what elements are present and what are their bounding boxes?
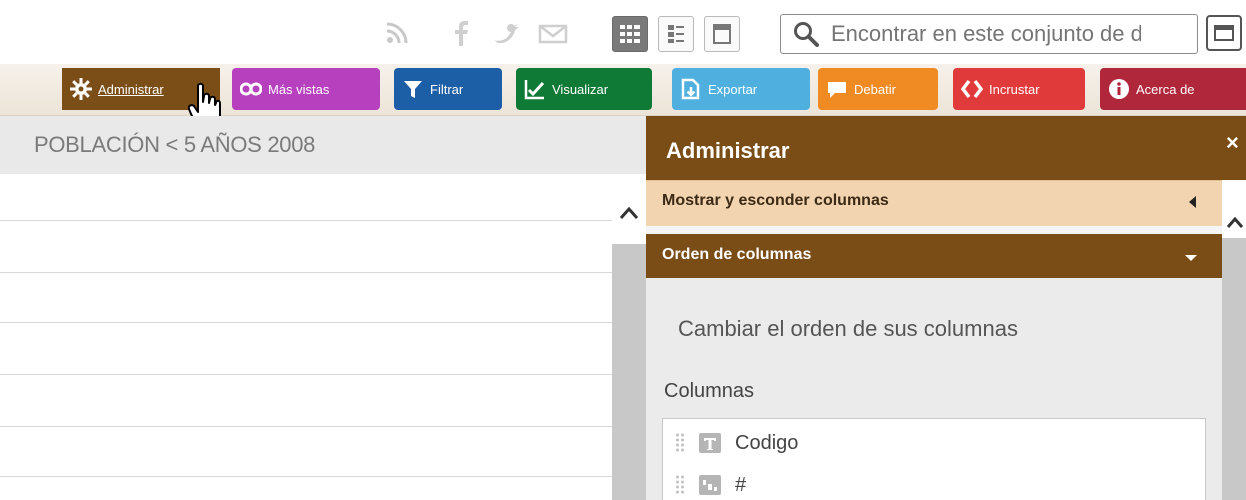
close-icon[interactable]: × bbox=[1226, 130, 1246, 155]
acerca-de-label: Acerca de bbox=[1136, 81, 1195, 97]
text-type-icon bbox=[699, 433, 721, 453]
incrustar-button[interactable]: Incrustar bbox=[953, 68, 1085, 110]
section-show-hide-columns-label: Mostrar y esconder columnas bbox=[662, 192, 889, 209]
embed-code-icon bbox=[961, 79, 983, 99]
filter-icon bbox=[404, 81, 422, 98]
scrollbar-track[interactable] bbox=[612, 244, 646, 500]
action-bar: Administrar Más vistas Filtrar Visualiza… bbox=[0, 64, 1246, 116]
page-view-button[interactable] bbox=[658, 16, 694, 52]
top-toolbar bbox=[0, 0, 1246, 64]
list-item[interactable]: Codigo bbox=[663, 425, 1207, 461]
section-column-order-label: Orden de columnas bbox=[662, 246, 812, 263]
scrollbar-track[interactable] bbox=[1222, 238, 1246, 500]
grid-scrollbar[interactable] bbox=[612, 174, 646, 500]
table-row bbox=[0, 220, 612, 221]
page-view-icon bbox=[668, 25, 684, 43]
info-icon bbox=[1109, 79, 1129, 99]
table-row bbox=[0, 426, 612, 427]
drag-handle-icon[interactable] bbox=[675, 474, 685, 496]
acerca-de-button[interactable]: Acerca de bbox=[1100, 68, 1246, 110]
table-row bbox=[0, 476, 612, 477]
visualizar-button[interactable]: Visualizar bbox=[516, 68, 652, 110]
scroll-up-arrow-icon[interactable] bbox=[618, 204, 640, 222]
triangle-down-icon bbox=[1185, 255, 1197, 261]
gear-icon bbox=[70, 78, 92, 100]
fullscreen-button[interactable] bbox=[1206, 15, 1242, 51]
list-item[interactable]: # bbox=[663, 467, 1207, 500]
glasses-icon bbox=[240, 82, 262, 96]
filtrar-label: Filtrar bbox=[430, 81, 464, 97]
admin-panel-title: Administrar bbox=[666, 138, 790, 163]
column-name: # bbox=[735, 473, 747, 496]
chart-icon bbox=[524, 80, 545, 100]
filtrar-button[interactable]: Filtrar bbox=[394, 68, 502, 110]
scroll-up-arrow-icon[interactable] bbox=[1226, 214, 1244, 230]
fullscreen-icon bbox=[1214, 25, 1234, 41]
grid-view-icon bbox=[620, 25, 640, 43]
rss-icon[interactable] bbox=[384, 20, 412, 46]
mas-vistas-button[interactable]: Más vistas bbox=[232, 68, 380, 110]
columns-list: Codigo # bbox=[662, 418, 1206, 500]
panel-scrollbar[interactable] bbox=[1222, 180, 1246, 500]
column-order-description: Cambiar el orden de sus columnas bbox=[678, 316, 1018, 341]
section-divider bbox=[646, 226, 1222, 234]
fatrow-view-button[interactable] bbox=[704, 16, 740, 52]
exportar-button[interactable]: Exportar bbox=[672, 68, 810, 110]
table-row bbox=[0, 374, 612, 375]
column-name: Codigo bbox=[735, 431, 799, 454]
facebook-icon[interactable] bbox=[450, 20, 472, 46]
search-box bbox=[780, 14, 1198, 54]
dataset-title: POBLACIÓN < 5 AÑOS 2008 bbox=[34, 132, 316, 157]
incrustar-label: Incrustar bbox=[989, 81, 1040, 97]
debatir-label: Debatir bbox=[854, 81, 896, 97]
exportar-label: Exportar bbox=[708, 81, 758, 97]
columns-heading: Columnas bbox=[664, 380, 755, 402]
debatir-button[interactable]: Debatir bbox=[818, 68, 938, 110]
visualizar-label: Visualizar bbox=[552, 81, 609, 97]
fatrow-view-icon bbox=[713, 24, 731, 44]
table-row bbox=[0, 322, 612, 323]
search-input[interactable] bbox=[831, 21, 1141, 47]
triangle-left-icon bbox=[1189, 196, 1196, 208]
export-icon bbox=[681, 78, 700, 100]
view-mode-toggle bbox=[612, 16, 750, 52]
mas-vistas-label: Más vistas bbox=[268, 81, 330, 97]
speech-bubble-icon bbox=[828, 82, 846, 98]
table-row bbox=[0, 272, 612, 273]
number-type-icon bbox=[699, 475, 721, 495]
twitter-icon[interactable] bbox=[492, 20, 522, 46]
data-grid bbox=[0, 174, 612, 500]
mail-icon[interactable] bbox=[538, 20, 568, 46]
administrar-label: Administrar bbox=[98, 81, 164, 97]
search-icon[interactable] bbox=[793, 21, 819, 47]
drag-handle-icon[interactable] bbox=[675, 432, 685, 454]
grid-view-button[interactable] bbox=[612, 16, 648, 52]
